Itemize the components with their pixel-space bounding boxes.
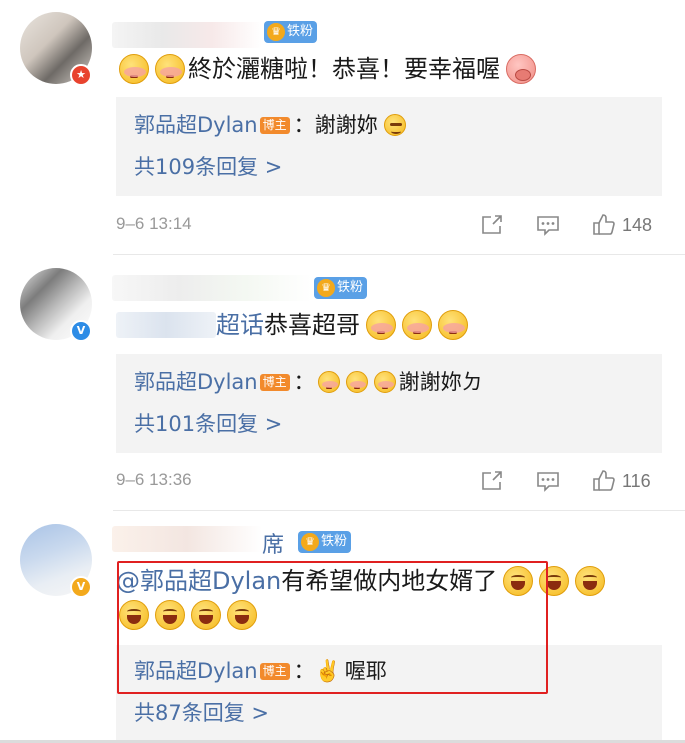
- fan-badge: ♛ 铁粉: [298, 531, 352, 553]
- like-count: 148: [622, 214, 653, 235]
- more-replies-link[interactable]: 共109条回复 >: [134, 153, 282, 181]
- crown-icon: ♛: [267, 23, 285, 41]
- comment-text: 終於灑糖啦！恭喜！要幸福喔: [116, 52, 539, 86]
- fan-badge-label: 铁粉: [321, 534, 348, 549]
- laugh-emoji-icon: [503, 566, 534, 596]
- shy-emoji-icon: [373, 371, 396, 393]
- fan-badge-label: 铁粉: [287, 24, 314, 39]
- reply-box[interactable]: 郭品超Dylan 博主 ：謝謝妳 共109条回复 >: [116, 97, 662, 196]
- comment-meta: 9–6 13:36 116: [116, 466, 662, 496]
- reply-text: 謝謝妳ㄉ: [398, 370, 483, 394]
- like-button[interactable]: 148: [592, 210, 652, 240]
- author-tag: 博主: [259, 662, 290, 680]
- shy-emoji-icon: [402, 310, 432, 340]
- username-blurred[interactable]: [112, 275, 312, 301]
- reply-box[interactable]: 郭品超Dylan 博主 ： ✌️ 喔耶 共87条回复 >: [116, 645, 662, 743]
- shy-emoji-icon: [119, 54, 149, 84]
- more-replies-link[interactable]: 共101条回复 >: [134, 410, 282, 438]
- reply-line: 郭品超Dylan 博主 ： ✌️ 喔耶: [134, 657, 387, 685]
- comment-text: 超话 恭喜超哥: [116, 308, 471, 342]
- thumbs-up-icon: [593, 214, 615, 235]
- mention-link[interactable]: @郭品超Dylan: [116, 564, 281, 598]
- share-button[interactable]: [480, 210, 504, 240]
- pig-emoji-icon: [506, 54, 536, 84]
- share-icon: [482, 471, 502, 490]
- comment-body: 終於灑糖啦！恭喜！要幸福喔: [188, 55, 500, 83]
- author-tag: 博主: [259, 373, 290, 391]
- comment-button[interactable]: [536, 466, 560, 496]
- smug-emoji-icon: [383, 114, 406, 136]
- shy-emoji-icon: [155, 54, 185, 84]
- laugh-emoji-icon: [575, 566, 606, 596]
- username-blurred[interactable]: [112, 526, 262, 552]
- verified-badge-icon: V: [70, 576, 92, 598]
- comment-body: 有希望做内地女婿了: [281, 567, 498, 595]
- username-blurred[interactable]: [112, 22, 262, 48]
- comment-body: 恭喜超哥: [264, 311, 360, 339]
- avatar-badge-icon: ★: [70, 64, 92, 86]
- victory-hand-icon: ✌️: [314, 659, 341, 683]
- laugh-emoji-icon: [227, 600, 257, 630]
- share-button[interactable]: [480, 466, 504, 496]
- author-tag: 博主: [259, 116, 290, 134]
- comment-text: @郭品超Dylan 有希望做内地女婿了: [116, 564, 608, 598]
- share-icon: [482, 215, 502, 234]
- comment-button[interactable]: [536, 210, 560, 240]
- divider: [113, 254, 685, 255]
- reply-text: 喔耶: [344, 659, 387, 683]
- reply-author[interactable]: 郭品超Dylan: [134, 111, 258, 139]
- divider: [113, 510, 685, 511]
- timestamp: 9–6 13:36: [116, 470, 192, 489]
- fan-badge-label: 铁粉: [337, 280, 364, 295]
- reply-author[interactable]: 郭品超Dylan: [134, 657, 258, 685]
- reply-text: ：謝謝妳: [293, 113, 378, 137]
- thumbs-up-icon: [593, 470, 615, 491]
- laugh-emoji-icon: [155, 600, 185, 630]
- reply-line: 郭品超Dylan 博主 ： 謝謝妳ㄉ: [134, 368, 483, 396]
- shy-emoji-icon: [317, 371, 340, 393]
- like-count: 116: [622, 470, 651, 491]
- username-fragment[interactable]: 席: [262, 527, 284, 559]
- laugh-emoji-icon: [539, 566, 570, 596]
- shy-emoji-icon: [366, 310, 396, 340]
- topic-prefix[interactable]: 超话: [216, 308, 264, 342]
- comment-icon: [537, 472, 559, 492]
- shy-emoji-icon: [438, 310, 468, 340]
- verified-badge-icon: V: [70, 320, 92, 342]
- topic-name-blurred[interactable]: [116, 312, 216, 338]
- laugh-emoji-icon: [119, 600, 149, 630]
- timestamp: 9–6 13:14: [116, 214, 192, 233]
- more-replies-link[interactable]: 共87条回复 >: [134, 699, 269, 727]
- laugh-emoji-icon: [191, 600, 221, 630]
- fan-badge: ♛ 铁粉: [264, 21, 318, 43]
- shy-emoji-icon: [345, 371, 368, 393]
- like-button[interactable]: 116: [592, 466, 651, 496]
- crown-icon: ♛: [317, 279, 335, 297]
- reply-line: 郭品超Dylan 博主 ：謝謝妳: [134, 111, 409, 139]
- comment-text-wrap: [116, 600, 260, 630]
- reply-author[interactable]: 郭品超Dylan: [134, 368, 258, 396]
- comment-meta: 9–6 13:14 148: [116, 210, 662, 240]
- comment-icon: [537, 216, 559, 236]
- reply-box[interactable]: 郭品超Dylan 博主 ： 謝謝妳ㄉ 共101条回复 >: [116, 354, 662, 453]
- fan-badge: ♛ 铁粉: [314, 277, 368, 299]
- crown-icon: ♛: [301, 533, 319, 551]
